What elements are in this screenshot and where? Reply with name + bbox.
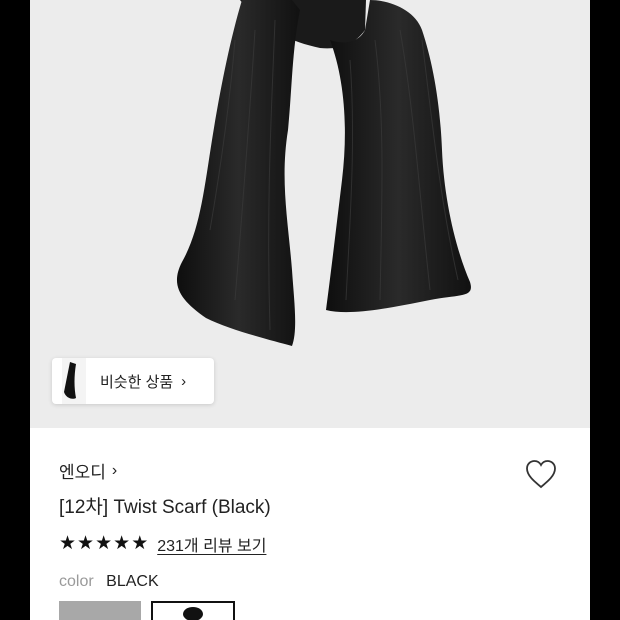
star-icon: ★ — [131, 533, 149, 554]
rating-row: ★ ★ ★ ★ ★ 231개 리뷰 보기 — [59, 532, 266, 556]
product-screen: 비슷한 상품 › 엔오디 › [12차] Twist Scarf (Black)… — [30, 0, 590, 620]
product-title: [12차] Twist Scarf (Black) — [59, 497, 271, 518]
heart-outline-icon[interactable] — [524, 458, 558, 490]
similar-products-label: 비슷한 상품 — [100, 373, 174, 391]
product-image[interactable]: 비슷한 상품 › — [30, 0, 590, 428]
star-icon: ★ — [59, 533, 77, 554]
similar-product-thumbnail — [62, 358, 86, 404]
star-rating: ★ ★ ★ ★ ★ — [59, 534, 149, 554]
color-swatch-option[interactable] — [59, 601, 141, 620]
brand-link[interactable]: 엔오디 › — [59, 458, 117, 483]
star-icon: ★ — [95, 533, 113, 554]
similar-products-button[interactable]: 비슷한 상품 › — [52, 358, 214, 404]
color-key: color — [59, 573, 94, 590]
swatch-thumbnail — [183, 607, 203, 620]
color-value: BLACK — [106, 573, 159, 590]
star-icon: ★ — [113, 533, 131, 554]
star-icon: ★ — [77, 533, 95, 554]
color-selection-label: color BLACK — [59, 573, 159, 591]
brand-name: 엔오디 — [59, 463, 106, 482]
review-link[interactable]: 231개 리뷰 보기 — [157, 532, 266, 556]
chevron-right-icon: › — [181, 372, 187, 390]
chevron-right-icon: › — [111, 461, 118, 479]
color-swatch-selected[interactable] — [151, 601, 235, 620]
